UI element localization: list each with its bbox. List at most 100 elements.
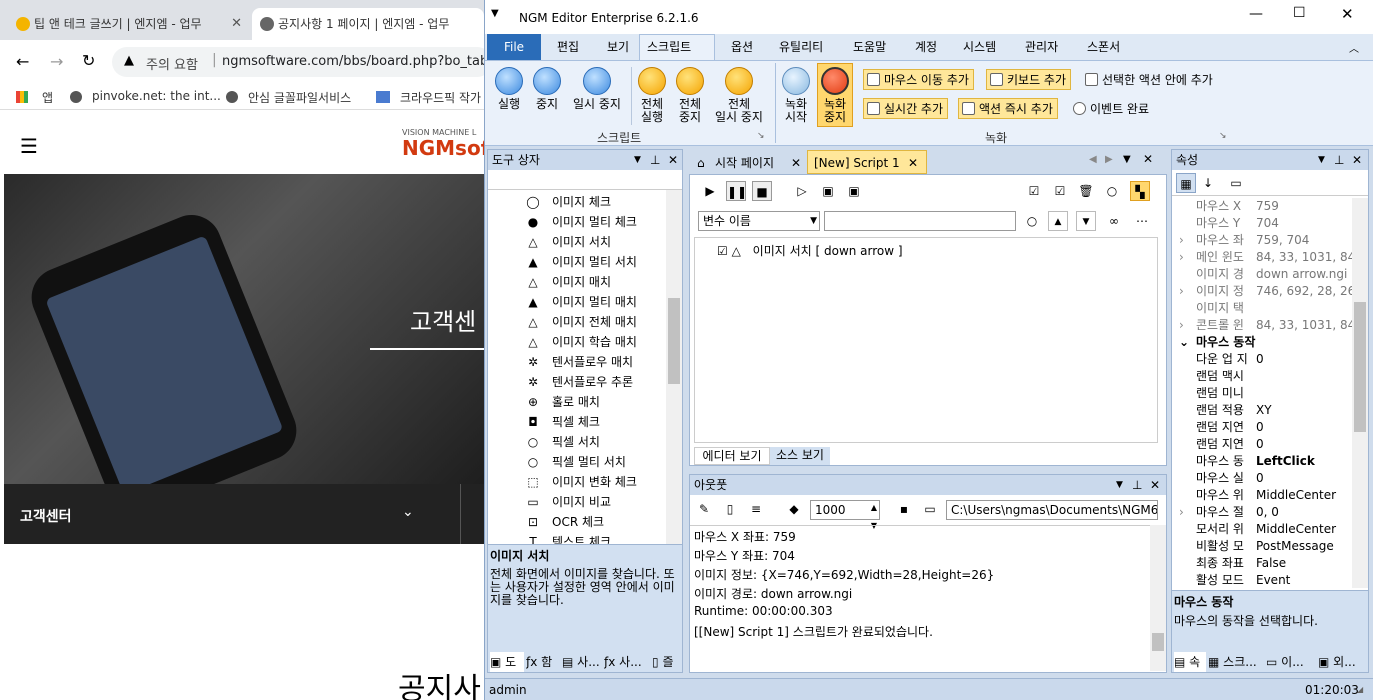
menu-account[interactable]: 계정 [915,38,937,55]
collapse-icon[interactable]: ⌄ [1179,334,1189,351]
tab-user[interactable]: ▤ 사... [562,652,602,672]
add-realtime-button[interactable]: 실시간 추가 [863,98,949,119]
delete-icon[interactable]: 🗑 [1076,181,1096,201]
step-over-icon[interactable]: ▣ [844,181,864,201]
add-in-selected-button[interactable]: 선택한 액션 안에 추가 [1081,69,1218,90]
bookmark-pinvoke[interactable]: pinvoke.net: the int... [92,89,221,103]
play-icon[interactable]: ▶ [700,181,720,201]
property-row[interactable]: 랜덤 미니 [1172,385,1352,402]
quick-access-icon[interactable]: ▼ [491,8,499,19]
variable-value-input[interactable] [824,211,1016,231]
tab-functions[interactable]: ƒx 함 [526,652,560,672]
property-row[interactable]: › 콘트롤 윈 84, 33, 1031, 847 [1172,317,1352,334]
close-tab-icon[interactable]: ✕ [231,8,242,40]
resize-grip-icon[interactable]: ◢ [1357,685,1363,694]
property-row[interactable]: 모서리 위 MiddleCenter [1172,521,1352,538]
dropdown-icon[interactable]: ▼ [634,150,641,170]
tab-script-1[interactable]: [New] Script 1 ✕ [807,150,927,174]
add-mouse-move-button[interactable]: 마우스 이동 추가 [863,69,974,90]
property-row[interactable]: 마우스 위 MiddleCenter [1172,487,1352,504]
close-tab-icon[interactable]: ✕ [791,152,801,174]
menu-admin[interactable]: 관리자 [1025,38,1058,55]
tab-favorites[interactable]: ▯ 즐 [652,652,682,672]
properties-scrollbar[interactable] [1352,198,1368,588]
sort-alpha-icon[interactable]: ↓ [1198,173,1218,193]
add-action-now-button[interactable]: 액션 즉시 추가 [958,98,1058,119]
menu-sponsor[interactable]: 스폰서 [1087,38,1120,55]
property-row[interactable]: 마우스 실 0 [1172,470,1352,487]
tab-editor-view[interactable]: 에디터 보기 [694,447,770,465]
dropdown-icon[interactable]: ▼ [1318,150,1325,170]
scrollbar-thumb[interactable] [668,298,680,384]
tab-list-icon[interactable]: ▼ [1123,154,1131,165]
menu-utility[interactable]: 유틸리티 [779,38,823,55]
step-icon[interactable]: ▣ [818,181,838,201]
folder-icon[interactable]: ▭ [920,499,940,519]
toolbox-scrollbar[interactable] [666,190,682,544]
pin-icon[interactable]: ⊥ [1132,475,1142,495]
property-row-selected[interactable]: 마우스 동 LeftClick [1172,453,1352,470]
property-row[interactable]: 최종 좌표 False [1172,555,1352,572]
tab-start-page[interactable]: ⌂ 시작 페이지 ✕ [693,152,805,174]
pause-button[interactable]: 일시 중지 [569,67,625,111]
bookmark-apps[interactable]: 앱 [42,89,53,106]
nav-label[interactable]: 고객센터 [20,506,72,526]
expand-icon[interactable]: › [1179,249,1184,266]
add-keyboard-button[interactable]: 키보드 추가 [986,69,1072,90]
toolbox-search[interactable] [488,170,682,190]
property-row[interactable]: › 마우스 좌 759, 704 [1172,232,1352,249]
check-icon[interactable]: ☑ [1050,181,1070,201]
tab-source-view[interactable]: 소스 보기 [770,447,830,465]
check-all-icon[interactable]: ☑ [1024,181,1044,201]
menu-edit[interactable]: 편집 [557,38,579,55]
tab-image[interactable]: ▭ 이... [1266,652,1316,672]
menu-view[interactable]: 보기 [607,38,629,55]
property-row[interactable]: › 마우스 절 0, 0 [1172,504,1352,521]
dropdown-icon[interactable]: ▼ [1116,475,1123,495]
menu-help[interactable]: 도움말 [853,38,886,55]
menu-icon[interactable]: ☰ [20,134,38,158]
document-search-icon[interactable]: ▯ [720,499,740,519]
omnibox[interactable]: ▲ 주의 요함 | ngmsoftware.com/bbs/board.php?… [112,47,484,77]
property-row[interactable]: › 이미지 정 746, 692, 28, 26 [1172,283,1352,300]
pause-icon[interactable]: ❚❚ [726,181,747,201]
dialog-launcher-icon[interactable]: ↘ [1219,131,1227,141]
expand-icon[interactable]: › [1179,232,1184,249]
scrollbar-thumb[interactable] [1354,302,1366,432]
loop-icon[interactable]: ∞ [1104,211,1124,231]
property-row[interactable]: 비활성 모 PostMessage [1172,538,1352,555]
tab-user-fx[interactable]: ƒx 사... [604,652,650,672]
property-row[interactable]: › 메인 윈도 84, 33, 1031, 847 [1172,249,1352,266]
bookmark-crowdpic[interactable]: 크라우드픽 작가 [400,89,481,106]
play-from-icon[interactable]: ▷ [792,181,812,201]
list-icon[interactable]: ≡ [746,499,766,519]
ribbon-collapse-icon[interactable]: ︿ [1349,40,1359,55]
close-icon[interactable]: ✕ [668,150,678,170]
property-row[interactable]: 랜덤 지연 0 [1172,436,1352,453]
categorized-icon[interactable]: ▦ [1176,173,1196,193]
event-done-button[interactable]: 이벤트 완료 [1069,98,1154,119]
stop-all-button[interactable]: 전체 중지 [673,67,707,124]
script-action-item[interactable]: ☑ △ 이미지 서치 [ down arrow ] [717,242,903,260]
property-row[interactable]: 이미지 택 [1172,300,1352,317]
property-row[interactable]: 랜덤 맥시 [1172,368,1352,385]
tab-properties[interactable]: ▤ 속 [1174,652,1206,672]
menu-file[interactable]: File [487,34,541,60]
variable-dropdown[interactable]: 변수 이름 ▼ [698,211,820,231]
tab-script[interactable]: ▦ 스크... [1208,652,1264,672]
tab-scroll-left-icon[interactable]: ◀ [1089,154,1097,165]
property-pages-icon[interactable]: ▭ [1226,173,1246,193]
expand-icon[interactable]: › [1179,504,1184,521]
stop-icon[interactable]: ■ [752,181,772,201]
close-tab-icon[interactable]: ✕ [908,151,918,175]
eraser-icon[interactable]: ◆ [784,499,804,519]
more-icon[interactable]: ⋯ [1132,211,1152,231]
forward-icon[interactable]: → [50,52,63,71]
run-button[interactable]: 실행 [493,67,525,111]
property-category[interactable]: ⌄ 마우스 동작 [1172,334,1352,351]
property-row[interactable]: 활성 모드 Event [1172,572,1352,588]
tab-scroll-right-icon[interactable]: ▶ [1105,154,1113,165]
property-row[interactable]: 이미지 경 down arrow.ngi [1172,266,1352,283]
down-icon[interactable]: ▼ [1076,211,1096,231]
expand-icon[interactable]: › [1179,283,1184,300]
